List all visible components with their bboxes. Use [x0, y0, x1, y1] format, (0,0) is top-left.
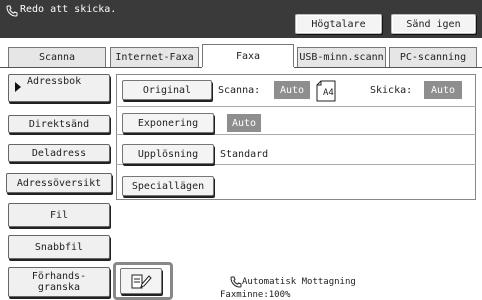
tab-pc-scan[interactable]: PC-scanning [389, 47, 477, 68]
document-edit-icon [131, 274, 152, 289]
sidebar-item-label: Adressbok [27, 76, 82, 87]
sidebar-item-direktsand[interactable]: Direktsänd [8, 115, 110, 133]
exposure-button[interactable]: Exponering [122, 113, 214, 133]
send-label: Skicka: [370, 85, 413, 96]
send-value: Auto [424, 81, 462, 99]
row-divider [116, 164, 476, 165]
tab-divider [294, 67, 482, 68]
status-text: Redo att skicka. [20, 4, 117, 15]
paper-size: A4 [323, 88, 334, 98]
phone-receive-icon [230, 276, 242, 288]
preview-label-line2: granska [37, 282, 81, 293]
resolution-value: Standard [220, 149, 269, 160]
special-modes-button[interactable]: Speciallägen [122, 176, 214, 196]
row-divider [116, 134, 476, 135]
resolution-button[interactable]: Upplösning [122, 144, 214, 164]
mode-tabs: Scanna Internet-Faxa Faxa USB-minn.scann… [0, 44, 482, 68]
exposure-value: Auto [227, 114, 261, 132]
original-button[interactable]: Original [122, 80, 212, 100]
document-edit-button[interactable] [120, 268, 162, 294]
preview-label-line1: Förhands- [31, 271, 87, 282]
tab-internet-fax[interactable]: Internet-Faxa [110, 47, 199, 68]
scan-value: Auto [274, 81, 310, 99]
sidebar-item-adressoversikt[interactable]: Adressöversikt [6, 173, 112, 193]
sidebar-item-deladress[interactable]: Deladress [8, 144, 110, 162]
arrow-right-icon [15, 82, 21, 92]
tab-divider [0, 67, 202, 68]
sidebar-item-snabbfil[interactable]: Snabbfil [8, 235, 110, 259]
resend-button[interactable]: Sänd igen [391, 14, 476, 34]
sidebar-item-fil[interactable]: Fil [8, 203, 110, 227]
tab-scan[interactable]: Scanna [8, 47, 106, 68]
scan-label: Scanna: [218, 85, 261, 96]
auto-receive-text: Automatisk Mottagning [242, 277, 356, 287]
phone-icon [6, 5, 18, 17]
sidebar-item-preview[interactable]: Förhands- granska [8, 267, 110, 297]
speaker-button[interactable]: Högtalare [295, 14, 382, 34]
tab-usb-scan[interactable]: USB-minn.scann [297, 47, 386, 68]
row-divider [116, 106, 476, 107]
sidebar-item-adressbok[interactable]: Adressbok [8, 74, 110, 102]
tab-fax[interactable]: Faxa [202, 44, 294, 67]
fax-memory-text: Faxminne:100% [220, 290, 291, 300]
status-bar: Redo att skicka. Högtalare Sänd igen [0, 0, 482, 38]
